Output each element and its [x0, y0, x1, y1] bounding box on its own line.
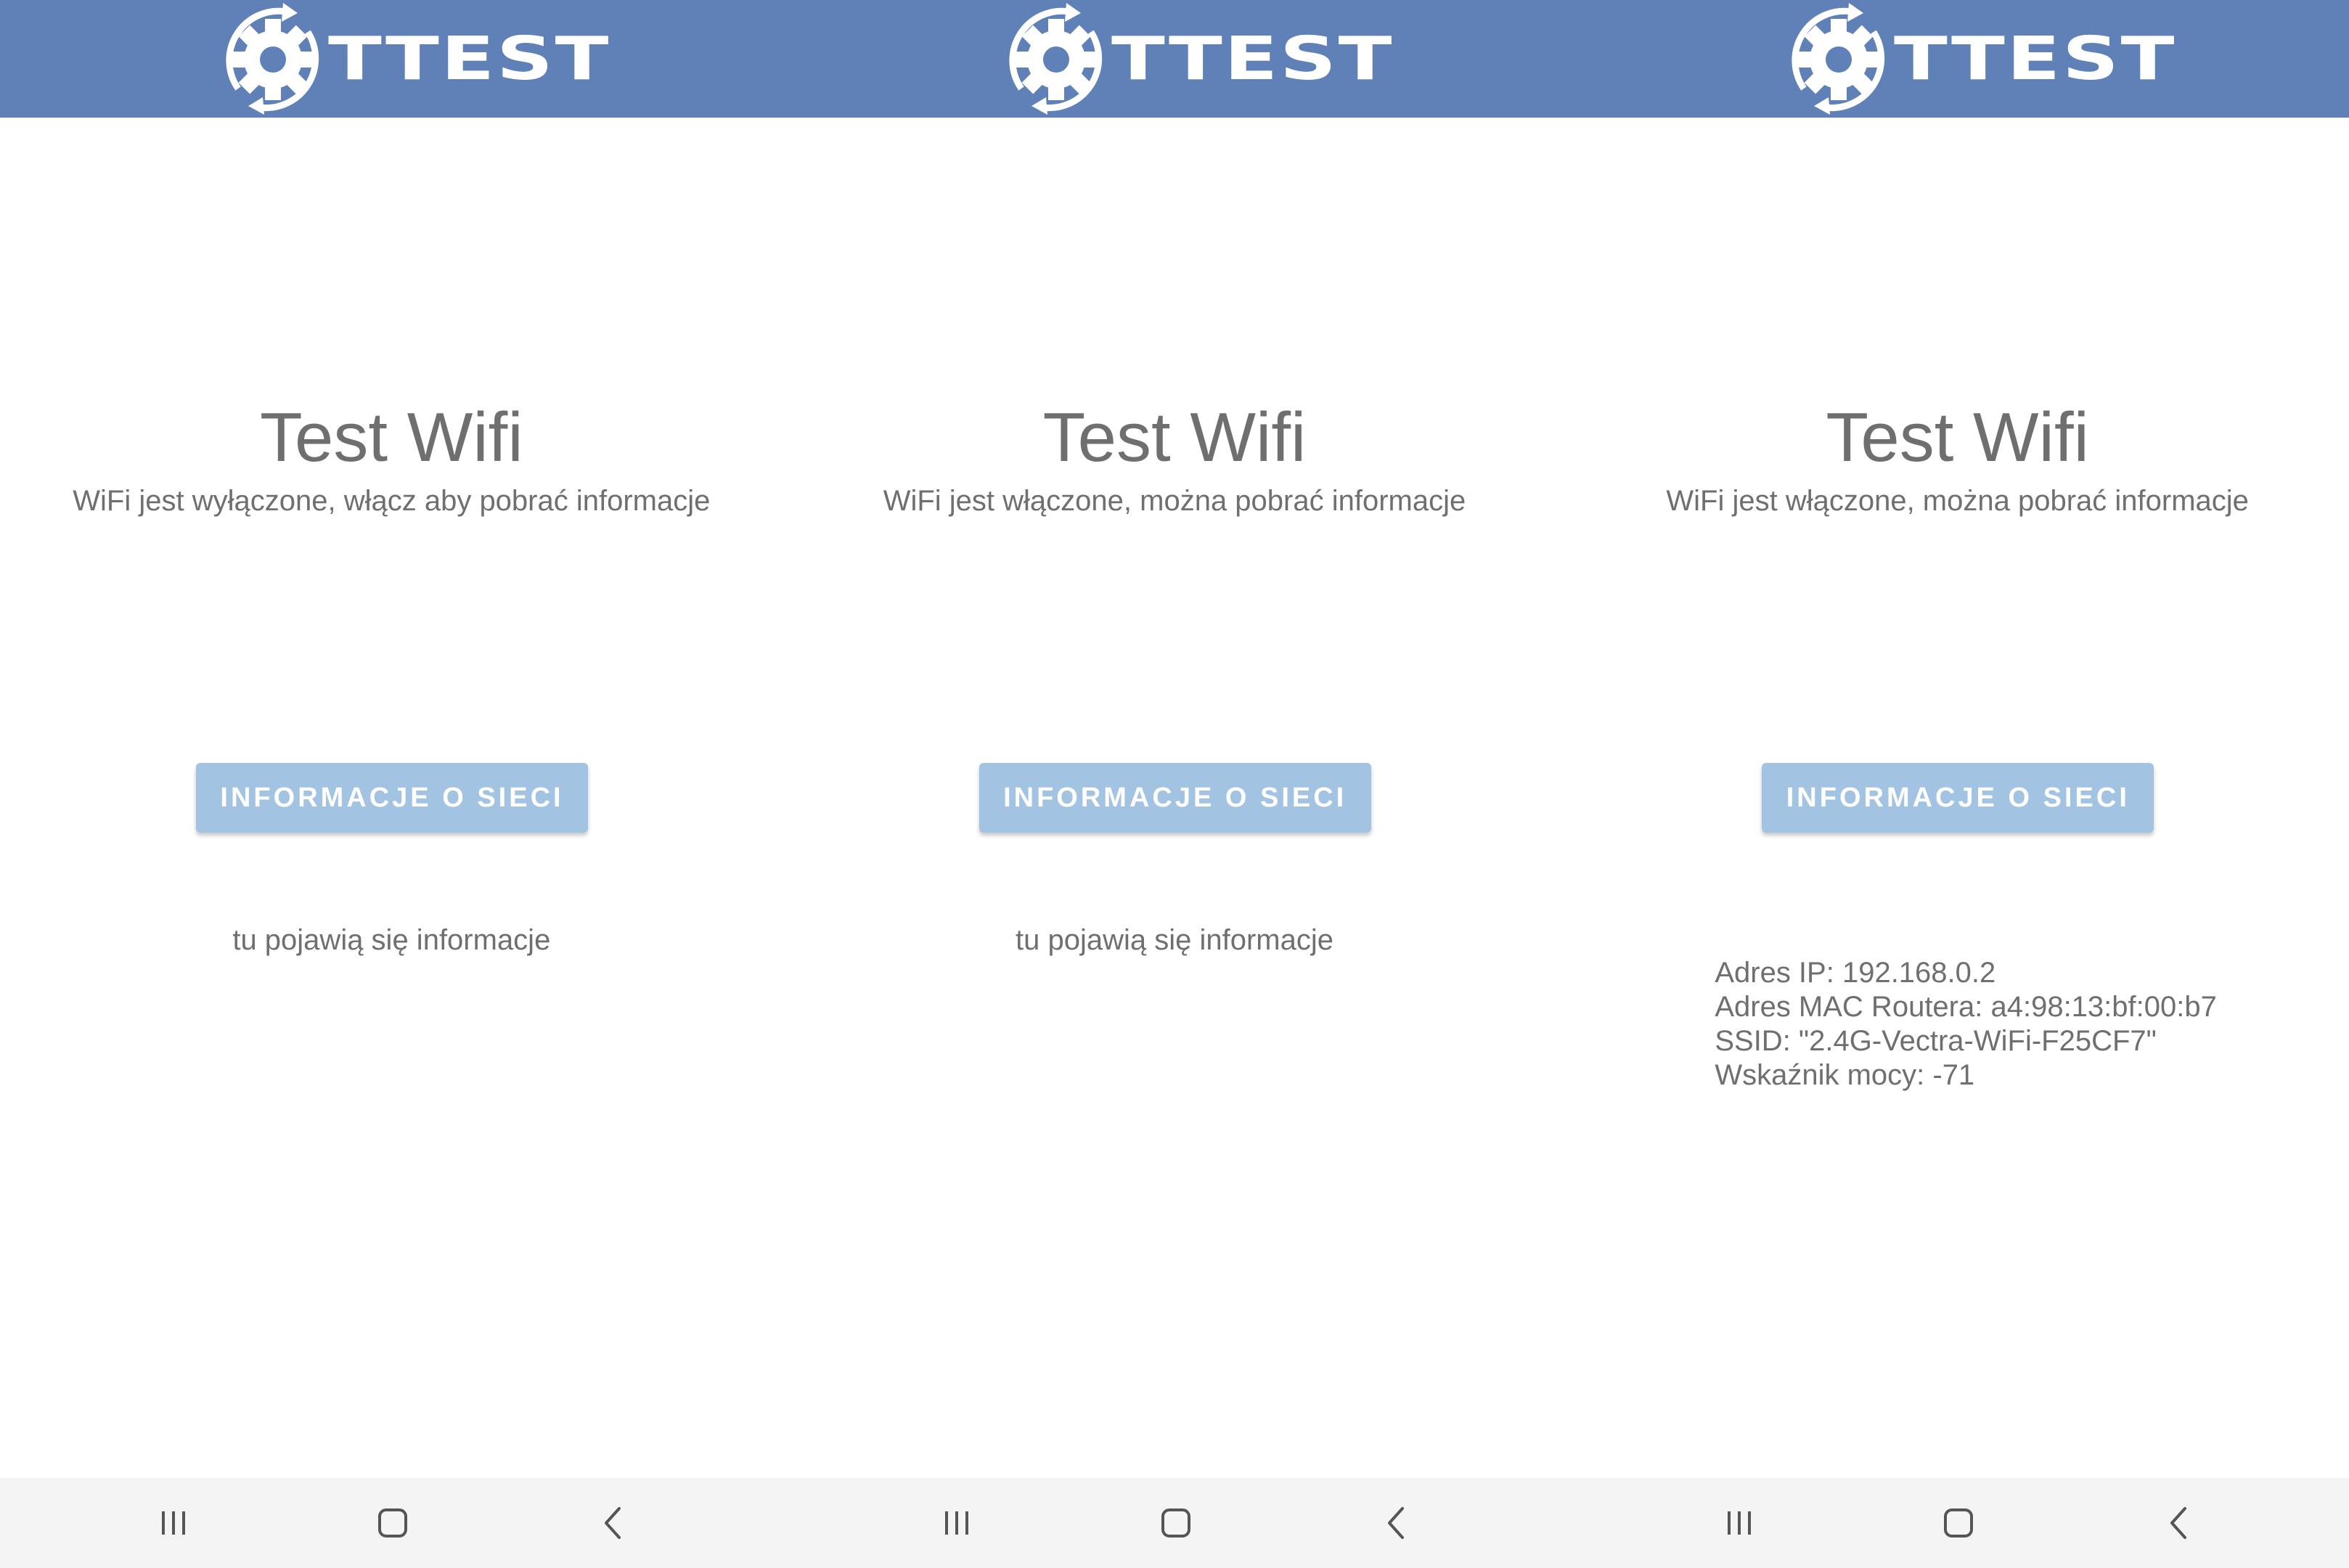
app-header: TTEST	[783, 0, 1566, 118]
home-button[interactable]	[364, 1494, 422, 1552]
home-icon	[378, 1508, 407, 1538]
page-title: Test Wifi	[1826, 399, 2089, 476]
wifi-status-text: WiFi jest wyłączone, włącz aby pobrać in…	[73, 485, 711, 517]
info-placeholder: tu pojawią się informacje	[1015, 924, 1333, 956]
network-info-button[interactable]: INFORMACJE O SIECI	[979, 763, 1371, 833]
recent-apps-button[interactable]	[144, 1494, 203, 1552]
recent-apps-icon	[944, 1511, 968, 1535]
back-icon	[1387, 1507, 1404, 1539]
network-info-button[interactable]: INFORMACJE O SIECI	[196, 763, 588, 833]
recent-apps-icon	[1728, 1511, 1752, 1535]
back-button[interactable]	[1368, 1494, 1426, 1552]
back-button[interactable]	[584, 1494, 642, 1552]
home-icon	[1944, 1508, 1974, 1538]
app-logo: TTEST	[1782, 3, 2175, 116]
system-navigation-bar	[1566, 1478, 2349, 1568]
logo-text: TTEST	[328, 25, 611, 94]
recent-apps-button[interactable]	[928, 1494, 986, 1552]
info-placeholder: tu pojawią się informacje	[232, 924, 551, 956]
app-header: TTEST	[0, 0, 783, 118]
wifi-status-text: WiFi jest włączone, można pobrać informa…	[1666, 485, 2249, 517]
home-icon	[1161, 1508, 1190, 1538]
network-info-list: Adres IP: 192.168.0.2 Adres MAC Routera:…	[1715, 956, 2217, 1093]
wifi-status-text: WiFi jest włączone, można pobrać informa…	[883, 485, 1466, 517]
home-button[interactable]	[1147, 1494, 1205, 1552]
app-header: TTEST	[1566, 0, 2349, 118]
signal-strength-text: Wskaźnik mocy: -71	[1715, 1059, 1975, 1091]
app-logo: TTEST	[1000, 3, 1392, 116]
ip-address-text: Adres IP: 192.168.0.2	[1715, 957, 1996, 989]
gear-refresh-icon	[1792, 3, 1885, 115]
home-button[interactable]	[1929, 1494, 1988, 1552]
network-info-button[interactable]: INFORMACJE O SIECI	[1762, 763, 2154, 833]
phone-screen-1: TTEST Test Wifi WiFi jest wyłączone, włą…	[0, 0, 783, 1568]
phone-screen-2: TTEST Test Wifi WiFi jest włączone, możn…	[783, 0, 1566, 1568]
logo-text: TTEST	[1111, 25, 1394, 94]
router-mac-text: Adres MAC Routera: a4:98:13:bf:00:b7	[1715, 991, 2217, 1023]
phone-screen-3: TTEST Test Wifi WiFi jest włączone, możn…	[1566, 0, 2349, 1568]
back-icon	[2170, 1507, 2187, 1539]
gear-refresh-icon	[226, 3, 319, 115]
logo-text: TTEST	[1894, 25, 2177, 94]
back-icon	[605, 1507, 621, 1539]
ssid-text: SSID: "2.4G-Vectra-WiFi-F25CF7"	[1715, 1025, 2157, 1057]
gear-refresh-icon	[1009, 3, 1102, 115]
back-button[interactable]	[2150, 1494, 2208, 1552]
page-title: Test Wifi	[259, 399, 523, 476]
recent-apps-icon	[162, 1511, 185, 1535]
recent-apps-button[interactable]	[1710, 1494, 1768, 1552]
system-navigation-bar	[783, 1478, 1566, 1568]
system-navigation-bar	[0, 1478, 783, 1568]
screens-container: TTEST Test Wifi WiFi jest wyłączone, włą…	[0, 0, 2349, 1568]
app-logo: TTEST	[216, 3, 608, 116]
page-title: Test Wifi	[1042, 399, 1307, 476]
